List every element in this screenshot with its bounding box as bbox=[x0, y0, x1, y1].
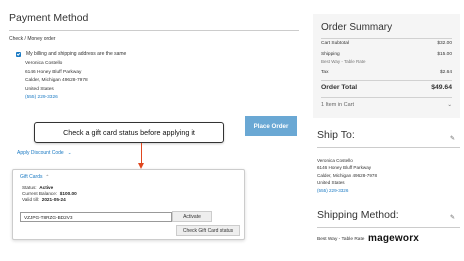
same-address-row[interactable]: My billing and shipping address are the … bbox=[16, 51, 126, 57]
callout-arrow-line bbox=[141, 143, 142, 165]
gift-cards-title: Gift Cards bbox=[20, 174, 43, 180]
order-total-label: Order Total bbox=[321, 84, 358, 91]
ship-city: Calder, Michigan 49628-7978 bbox=[317, 172, 378, 178]
cart-subtotal-row: Cart Subtotal $32.00 bbox=[321, 41, 452, 46]
gift-cards-panel: Gift Cards ⌃ Status: Active Current Balan… bbox=[12, 169, 245, 240]
billing-street: 6146 Honey Bluff Parkway bbox=[25, 69, 82, 75]
gift-cards-toggle[interactable]: Gift Cards ⌃ bbox=[20, 174, 49, 180]
shipping-address: Veronica Costello 6146 Honey Bluff Parkw… bbox=[317, 157, 377, 194]
ship-phone-link[interactable]: (555) 229-3326 bbox=[317, 187, 377, 194]
chevron-up-icon: ⌃ bbox=[45, 174, 50, 179]
items-in-cart-label: 1 Item in Cart bbox=[321, 102, 355, 108]
cart-subtotal-label: Cart Subtotal bbox=[321, 41, 349, 46]
payment-method-label: Check / Money order bbox=[9, 36, 56, 42]
checkout-sidebar: Order Summary Cart Subtotal $32.00 Shipp… bbox=[304, 0, 464, 261]
same-address-label: My billing and shipping address are the … bbox=[26, 51, 127, 57]
apply-discount-toggle[interactable]: Apply Discount Code ⌄ bbox=[17, 150, 71, 156]
valid-value: 2021-05-24 bbox=[41, 197, 66, 203]
divider bbox=[321, 97, 452, 98]
billing-country: United States bbox=[25, 86, 54, 92]
arrow-down-icon bbox=[138, 163, 144, 169]
check-gift-card-status-button[interactable]: Check Gift Card status bbox=[176, 225, 240, 236]
ship-to-title: Ship To: bbox=[317, 129, 355, 141]
shipping-row: Shipping $15.00 bbox=[321, 52, 452, 57]
payment-title: Payment Method bbox=[9, 12, 89, 24]
divider bbox=[321, 80, 452, 81]
cart-subtotal-value: $32.00 bbox=[437, 41, 452, 46]
balance-value: $100.00 bbox=[59, 191, 77, 197]
order-summary-title: Order Summary bbox=[321, 22, 393, 33]
chevron-down-icon: ⌄ bbox=[67, 150, 72, 155]
order-summary: Order Summary Cart Subtotal $32.00 Shipp… bbox=[313, 14, 460, 118]
divider bbox=[317, 147, 460, 148]
shipping-method-value: Best Way - Table Rate bbox=[317, 237, 365, 242]
gift-card-status-info: Status: Active Current Balance: $100.00 … bbox=[22, 185, 77, 203]
payment-section: Payment Method Check / Money order My bi… bbox=[0, 0, 304, 261]
billing-phone-link[interactable]: (555) 229-3326 bbox=[25, 94, 88, 103]
balance-label: Current Balance: bbox=[22, 191, 58, 197]
callout-annotation: Check a gift card status before applying… bbox=[34, 122, 224, 143]
billing-city: Calder, Michigan 49628-7978 bbox=[25, 78, 88, 84]
ship-name: Veronica Costello bbox=[317, 158, 353, 163]
shipping-method-sub: Best Way - Table Rate bbox=[321, 59, 366, 64]
divider bbox=[9, 30, 299, 31]
shipping-value: $15.00 bbox=[437, 52, 452, 57]
billing-address: Veronica Costello 6146 Honey Bluff Parkw… bbox=[25, 60, 88, 103]
mageworx-logo: mageworx bbox=[368, 233, 420, 244]
billing-name: Veronica Costello bbox=[25, 61, 63, 66]
same-address-checkbox[interactable] bbox=[16, 51, 21, 57]
status-label: Status: bbox=[22, 185, 37, 190]
pencil-icon[interactable]: ✎ bbox=[450, 214, 455, 221]
ship-street: 6146 Honey Bluff Parkway bbox=[317, 165, 372, 171]
valid-label: Valid till: bbox=[22, 197, 40, 203]
divider bbox=[317, 227, 460, 228]
ship-country: United States bbox=[317, 180, 345, 186]
shipping-label: Shipping bbox=[321, 52, 340, 57]
items-in-cart-toggle[interactable]: 1 Item in Cart ⌄ bbox=[321, 102, 452, 108]
place-order-button[interactable]: Place Order bbox=[245, 116, 297, 136]
chevron-down-icon: ⌄ bbox=[447, 102, 452, 108]
divider bbox=[321, 38, 452, 39]
tax-row: Tax $2.64 bbox=[321, 70, 452, 75]
status-value: Active bbox=[39, 185, 54, 190]
pencil-icon[interactable]: ✎ bbox=[450, 135, 455, 142]
order-total-row: Order Total $49.64 bbox=[321, 84, 452, 91]
tax-label: Tax bbox=[321, 70, 329, 75]
order-total-value: $49.64 bbox=[431, 84, 452, 91]
valid-line: Valid till: 2021-05-24 bbox=[22, 197, 77, 203]
shipping-method-title: Shipping Method: bbox=[317, 209, 399, 221]
activate-button[interactable]: Activate bbox=[172, 211, 212, 222]
tax-value: $2.64 bbox=[439, 70, 452, 75]
apply-discount-label: Apply Discount Code bbox=[17, 150, 64, 156]
gift-card-code-input[interactable]: VZJPG-T8RZG-BD2V3 bbox=[20, 212, 172, 222]
